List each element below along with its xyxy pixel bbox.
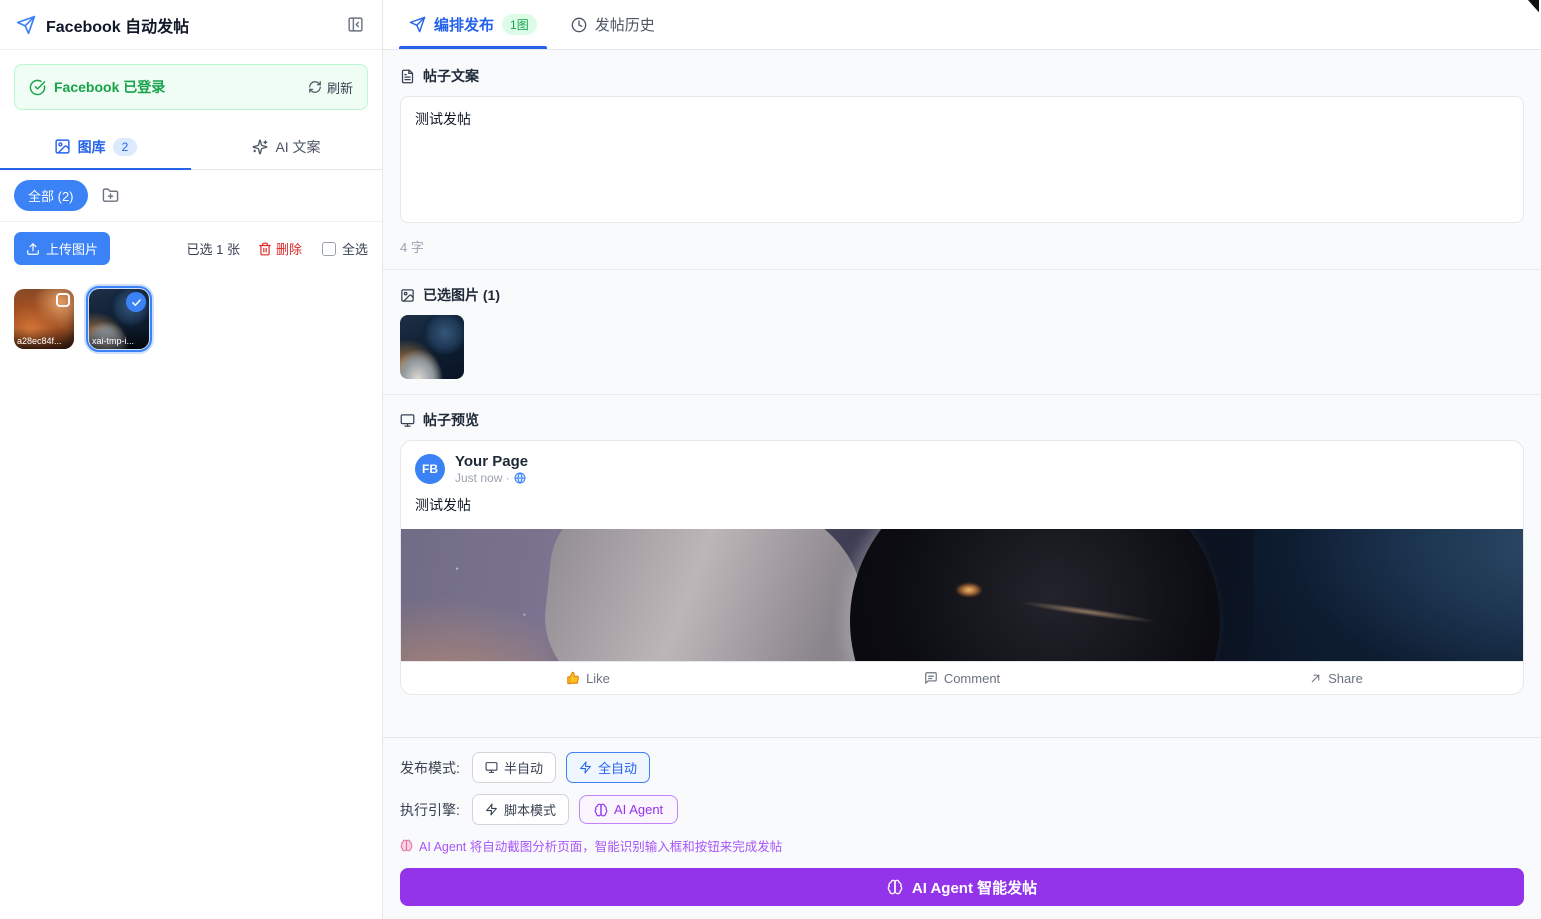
brain-icon bbox=[594, 803, 608, 817]
delete-selected-button[interactable]: 删除 bbox=[258, 239, 302, 258]
post-timestamp: Just now · bbox=[455, 471, 510, 485]
compose-section-label: 帖子文案 bbox=[400, 66, 1524, 86]
tab-post-history[interactable]: 发帖历史 bbox=[561, 0, 665, 49]
engine-row: 执行引擎: 脚本模式 AI Agent bbox=[400, 794, 1524, 825]
monitor-icon bbox=[400, 413, 415, 428]
refresh-login-button[interactable]: 刷新 bbox=[308, 78, 353, 97]
page-avatar: FB bbox=[415, 454, 445, 484]
refresh-icon bbox=[308, 80, 322, 94]
preview-section: 帖子预览 FB Your Page Just now · bbox=[400, 395, 1524, 695]
preview-section-label: 帖子预览 bbox=[400, 410, 1524, 430]
comment-button[interactable]: Comment bbox=[775, 662, 1149, 694]
main-content: 帖子文案 测试发帖 4 字 已选图片 (1) 帖子预览 bbox=[383, 50, 1541, 737]
tab-ai-copy[interactable]: AI 文案 bbox=[191, 124, 382, 169]
like-button[interactable]: Like bbox=[401, 662, 775, 694]
selected-count-text: 已选 1 张 bbox=[187, 239, 240, 258]
post-text-input[interactable]: 测试发帖 bbox=[400, 96, 1524, 223]
sidebar-tabs: 图库 2 AI 文案 bbox=[0, 124, 382, 170]
engine-ai-agent-button[interactable]: AI Agent bbox=[579, 795, 678, 824]
mode-semi-auto-button[interactable]: 半自动 bbox=[472, 752, 556, 783]
comment-bubble-icon bbox=[924, 671, 938, 685]
image-count-badge: 1图 bbox=[502, 14, 537, 35]
gallery-image-item-selected[interactable]: xai-tmp-i... bbox=[89, 289, 149, 349]
gallery-filter-row: 全部 (2) bbox=[0, 170, 382, 222]
selected-image-thumbnail[interactable] bbox=[400, 315, 464, 379]
main-tabbar: 编排发布 1图 发帖历史 bbox=[383, 0, 1541, 50]
brain-icon bbox=[887, 879, 903, 895]
file-text-icon bbox=[400, 69, 415, 84]
brain-icon bbox=[400, 839, 413, 852]
publish-mode-label: 发布模式: bbox=[400, 758, 462, 778]
preview-post-image bbox=[401, 529, 1523, 661]
check-circle-icon bbox=[29, 79, 46, 96]
page-name: Your Page bbox=[455, 453, 528, 471]
image-icon bbox=[400, 288, 415, 303]
tab-gallery[interactable]: 图库 2 bbox=[0, 124, 191, 169]
folder-plus-icon bbox=[102, 187, 119, 204]
ai-agent-hint: AI Agent 将自动截图分析页面，智能识别输入框和按钮来完成发帖 bbox=[400, 836, 1524, 855]
app-title: Facebook 自动发帖 bbox=[46, 13, 335, 37]
upload-images-button[interactable]: 上传图片 bbox=[14, 232, 110, 265]
sidebar-header: Facebook 自动发帖 bbox=[0, 0, 382, 50]
gallery-count-badge: 2 bbox=[113, 138, 138, 156]
globe-icon bbox=[514, 472, 526, 484]
ai-agent-submit-button[interactable]: AI Agent 智能发帖 bbox=[400, 868, 1524, 906]
collapse-sidebar-button[interactable] bbox=[345, 14, 366, 35]
image-checkbox-checked[interactable] bbox=[126, 292, 146, 312]
add-folder-button[interactable] bbox=[100, 185, 121, 206]
select-all-checkbox[interactable] bbox=[322, 242, 336, 256]
preview-post-text: 测试发帖 bbox=[401, 493, 1523, 529]
gallery-thumbnails: a28ec84f... xai-tmp-i... bbox=[0, 275, 382, 363]
preview-header: FB Your Page Just now · bbox=[401, 441, 1523, 493]
char-count: 4 字 bbox=[400, 237, 1524, 256]
tab-compose-publish[interactable]: 编排发布 1图 bbox=[399, 0, 547, 49]
publish-controls: 发布模式: 半自动 全自动 执行引擎: 脚本模式 bbox=[383, 737, 1541, 919]
zap-icon bbox=[485, 803, 498, 816]
engine-script-button[interactable]: 脚本模式 bbox=[472, 794, 569, 825]
image-checkbox-unchecked[interactable] bbox=[56, 293, 70, 307]
thumbs-up-icon bbox=[566, 671, 580, 685]
share-arrow-icon bbox=[1309, 672, 1322, 685]
main-panel: 编排发布 1图 发帖历史 帖子文案 测试发帖 4 字 已选图片 (1) bbox=[383, 0, 1541, 919]
engine-label: 执行引擎: bbox=[400, 800, 462, 820]
image-filename: a28ec84f... bbox=[14, 328, 74, 349]
paper-plane-icon bbox=[16, 15, 36, 35]
paper-plane-icon bbox=[409, 16, 426, 33]
publish-mode-row: 发布模式: 半自动 全自动 bbox=[400, 752, 1524, 783]
selected-images-section: 已选图片 (1) bbox=[400, 270, 1524, 379]
login-status-text: Facebook 已登录 bbox=[54, 77, 165, 97]
panel-collapse-icon bbox=[347, 16, 364, 33]
image-filename: xai-tmp-i... bbox=[89, 328, 149, 349]
login-status-banner: Facebook 已登录 刷新 bbox=[14, 64, 368, 110]
sparkles-icon bbox=[252, 139, 268, 155]
filter-all-button[interactable]: 全部 (2) bbox=[14, 180, 88, 211]
zap-icon bbox=[579, 761, 592, 774]
monitor-icon bbox=[485, 761, 498, 774]
sidebar: Facebook 自动发帖 Facebook 已登录 刷新 图库 2 bbox=[0, 0, 383, 919]
selected-images-label: 已选图片 (1) bbox=[400, 285, 1524, 305]
active-tab-underline bbox=[0, 168, 191, 170]
clock-icon bbox=[571, 17, 587, 33]
select-all-control[interactable]: 全选 bbox=[322, 239, 368, 258]
preview-actions: Like Comment Share bbox=[401, 661, 1523, 694]
upload-icon bbox=[26, 242, 40, 256]
share-button[interactable]: Share bbox=[1149, 662, 1523, 694]
gallery-action-row: 上传图片 已选 1 张 删除 全选 bbox=[0, 222, 382, 275]
trash-icon bbox=[258, 242, 272, 256]
mode-full-auto-button[interactable]: 全自动 bbox=[566, 752, 650, 783]
image-icon bbox=[54, 138, 71, 155]
gallery-image-item[interactable]: a28ec84f... bbox=[14, 289, 74, 349]
post-preview-card: FB Your Page Just now · 测试发帖 bbox=[400, 440, 1524, 695]
